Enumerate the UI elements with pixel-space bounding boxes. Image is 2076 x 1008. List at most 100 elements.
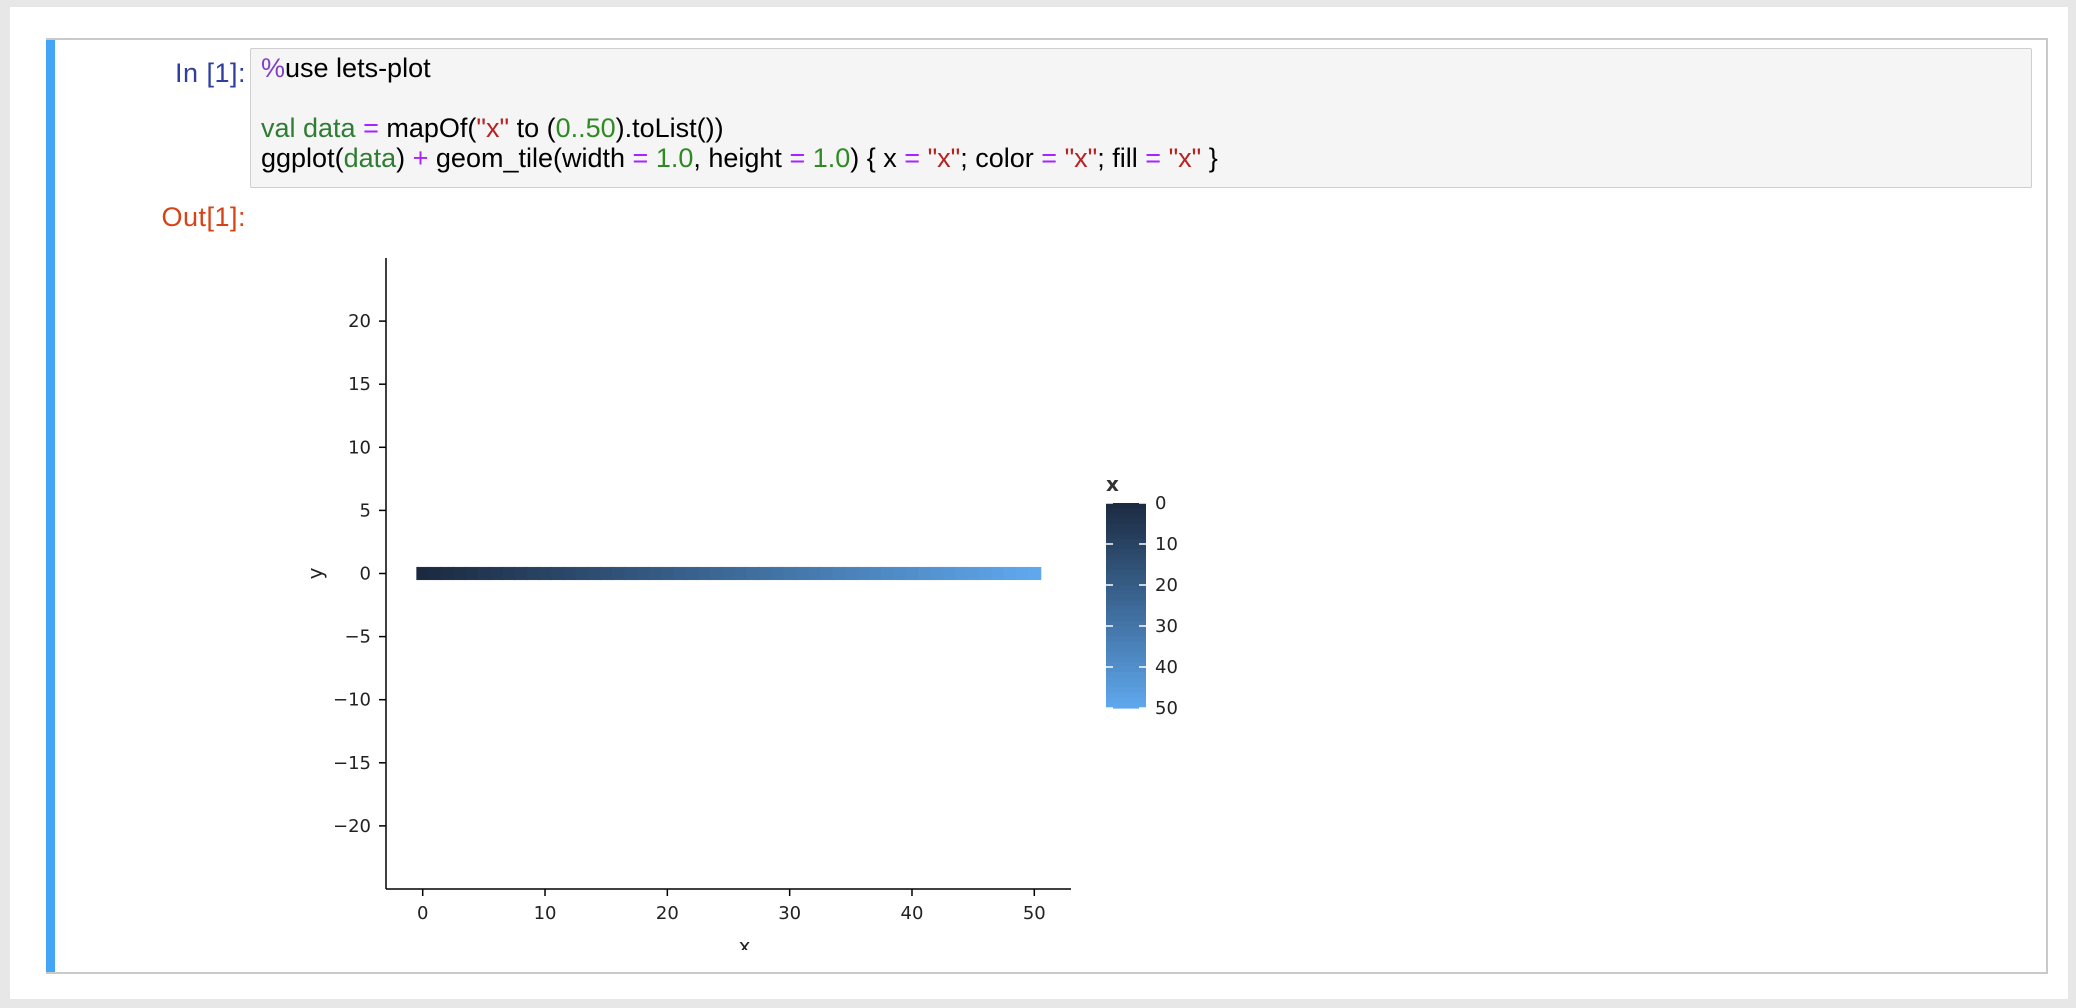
tile	[832, 566, 846, 581]
plot-axes: 0 10 20 30 40 5020151050−5−10−15−20xy	[303, 258, 1071, 950]
notebook-cell[interactable]: In [1]: %use lets-plot val data = mapOf(…	[46, 38, 2048, 974]
legend-swatch	[1106, 626, 1146, 632]
legend-label: 0	[1155, 493, 1166, 514]
tile-plot: 0 10 20 30 40 5020151050−5−10−15−20xy x010203…	[303, 258, 1178, 950]
tile	[416, 566, 430, 581]
plot-tiles	[416, 566, 1042, 581]
x-axis-title: x	[739, 934, 751, 950]
x-tick-label: 0	[417, 903, 428, 924]
y-tick-label: 20	[348, 311, 371, 332]
legend-swatch	[1106, 615, 1146, 622]
legend-swatch	[1106, 523, 1146, 530]
legend-swatch	[1106, 600, 1146, 607]
legend-swatch	[1106, 518, 1146, 525]
x-tick-label: 10	[534, 903, 557, 924]
tile	[465, 566, 479, 581]
color-legend: x 0 10 20 30 40 50	[1106, 472, 1178, 719]
tile	[807, 566, 822, 581]
tile	[612, 566, 626, 581]
code-token: to (	[509, 113, 556, 143]
tile	[697, 566, 712, 581]
tile	[1015, 566, 1030, 581]
code-token: val data	[261, 113, 356, 143]
code-token: ) { x	[850, 143, 905, 173]
y-tick-label: −10	[333, 690, 371, 711]
x-tick-label: 20	[656, 903, 679, 924]
code-token: "x"	[476, 113, 510, 143]
tile	[979, 566, 993, 581]
tile	[550, 566, 565, 581]
legend-swatch	[1106, 646, 1146, 653]
legend-swatch	[1106, 672, 1146, 678]
tile	[942, 566, 956, 581]
tile	[636, 566, 650, 581]
code-token: ; fill	[1097, 143, 1146, 173]
legend-swatch	[1106, 503, 1146, 509]
tile	[538, 566, 552, 581]
code-line-3: ggplot(data) + geom_tile(width = 1.0, he…	[261, 143, 1218, 174]
legend-swatch	[1106, 595, 1146, 601]
tile	[660, 566, 675, 581]
tile	[489, 566, 504, 581]
code-token: ).toList())	[615, 113, 724, 143]
legend-swatch	[1106, 528, 1146, 535]
notebook-page: In [1]: %use lets-plot val data = mapOf(…	[10, 7, 2068, 999]
code-token: data	[343, 143, 397, 173]
code-token: 1.0	[812, 143, 851, 173]
legend-swatch	[1106, 533, 1146, 540]
legend-label: 20	[1155, 575, 1178, 596]
tile	[881, 566, 895, 581]
legend-swatch	[1106, 549, 1146, 555]
tile	[868, 566, 883, 581]
y-tick-label: 15	[348, 374, 371, 395]
code-token: =	[1041, 143, 1058, 173]
x-tick-label: 30	[778, 903, 801, 924]
tile	[893, 566, 907, 581]
legend-swatch	[1106, 564, 1146, 571]
code-line-2: val data = mapOf("x" to (0..50).toList()…	[261, 113, 724, 144]
code-token: "x"	[927, 143, 961, 173]
tile	[758, 566, 773, 581]
tile	[514, 566, 528, 581]
code-token: =	[355, 113, 387, 143]
code-token: =	[904, 143, 921, 173]
tile	[819, 566, 834, 581]
tile	[783, 566, 797, 581]
output-prompt: Out[1]:	[161, 202, 246, 232]
code-token: "x"	[1168, 143, 1202, 173]
code-token: mapOf(	[386, 113, 477, 143]
code-token: =	[632, 143, 649, 173]
tile	[587, 566, 601, 581]
tile	[453, 566, 467, 581]
tile	[526, 566, 540, 581]
legend-swatch	[1106, 559, 1146, 566]
code-token: use lets-plot	[285, 53, 431, 83]
legend-swatch	[1106, 641, 1146, 648]
tile	[624, 566, 638, 581]
legend-swatch	[1106, 677, 1146, 683]
legend-title: x	[1106, 472, 1119, 496]
tile	[501, 566, 516, 581]
legend-swatch	[1106, 656, 1146, 663]
tile	[722, 566, 736, 581]
tile	[477, 566, 491, 581]
code-token: +	[412, 143, 429, 173]
tile	[1003, 566, 1017, 581]
y-tick-label: 5	[360, 500, 371, 521]
legend-swatch	[1106, 590, 1146, 596]
legend-swatch	[1106, 544, 1146, 550]
legend-swatch	[1106, 574, 1146, 581]
tile	[709, 566, 724, 581]
tile	[966, 566, 981, 581]
legend-swatch	[1106, 667, 1146, 673]
code-line-1: %use lets-plot	[261, 53, 431, 84]
tile	[428, 566, 442, 581]
legend-label: 40	[1155, 657, 1178, 678]
legend-swatch	[1106, 605, 1146, 612]
code-token: , height	[693, 143, 790, 173]
x-tick-label: 40	[901, 903, 924, 924]
code-editor[interactable]: %use lets-plot val data = mapOf("x" to (…	[250, 48, 2032, 188]
